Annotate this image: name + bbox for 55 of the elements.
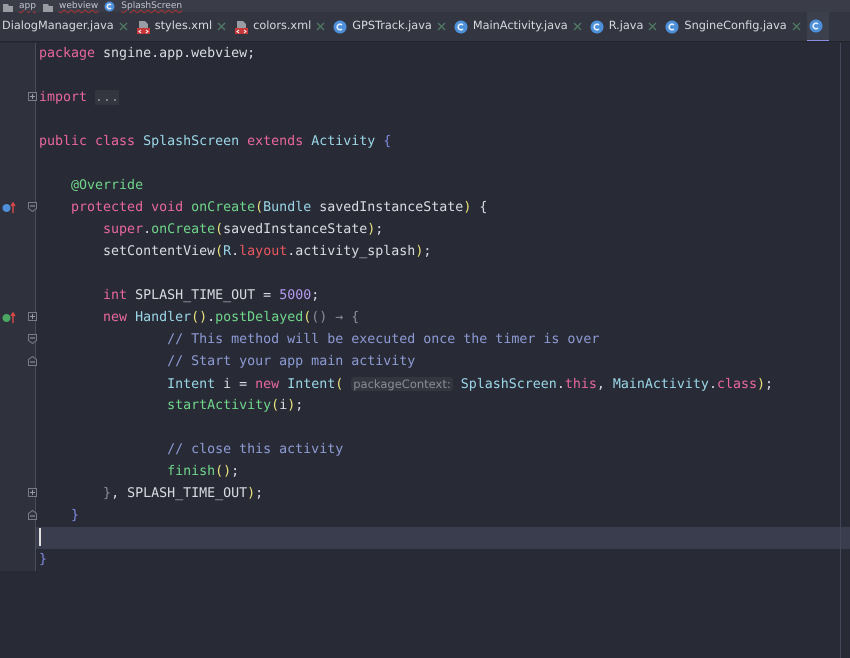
close-icon[interactable] xyxy=(118,22,128,31)
expand-fold-icon[interactable] xyxy=(28,312,37,322)
editor-tab[interactable]: DialogManager.java xyxy=(0,12,134,41)
breadcrumb-item[interactable]: SplashScreen xyxy=(121,0,182,12)
editor-tab[interactable] xyxy=(806,12,829,41)
xml-file-icon xyxy=(234,20,248,34)
expand-fold-icon[interactable] xyxy=(28,92,37,102)
code-line: protected void onCreate(Bundle savedInstanceState) { xyxy=(70,199,488,217)
code-line: // This method will be executed once the timer is over xyxy=(166,331,600,349)
collapse-fold-icon[interactable] xyxy=(28,202,37,212)
collapse-fold-icon[interactable] xyxy=(28,334,37,344)
class-icon xyxy=(808,18,823,32)
breadcrumb-item[interactable]: app xyxy=(19,0,36,12)
override-marker-icon[interactable] xyxy=(2,202,16,214)
class-icon xyxy=(665,20,680,34)
class-icon xyxy=(590,20,604,34)
code-line: setContentView(R.layout.activity_splash); xyxy=(102,243,432,261)
fold-end-icon[interactable] xyxy=(28,356,37,366)
breadcrumb-item[interactable]: webview xyxy=(58,0,98,12)
code-line: Intent i = new Intent( packageContext: SplashScreen.this, MainActivity.class); xyxy=(166,376,774,394)
code-line: @Override xyxy=(70,177,144,195)
code-line: finish(); xyxy=(166,463,240,481)
code-line: } xyxy=(70,507,80,525)
code-line: // Start your app main activity xyxy=(166,353,416,371)
close-icon[interactable] xyxy=(217,22,226,31)
editor-tab[interactable]: colors.xml xyxy=(232,12,332,41)
code-line: // close this activity xyxy=(166,441,344,459)
code-line: startActivity(i); xyxy=(166,397,304,415)
editor-gutter xyxy=(0,549,36,571)
editor-tab[interactable]: GPSTrack.java xyxy=(331,12,452,41)
fold-end-icon[interactable] xyxy=(28,510,37,520)
close-icon[interactable] xyxy=(792,22,801,31)
close-icon[interactable] xyxy=(648,22,658,31)
code-line: package sngine.app.webview; xyxy=(38,45,256,63)
code-line: int SPLASH_TIME_OUT = 5000; xyxy=(102,287,320,305)
class-icon xyxy=(454,20,468,34)
text-caret xyxy=(39,528,41,546)
editor-tab[interactable]: SngineConfig.java xyxy=(663,12,807,41)
code-line: } xyxy=(38,551,48,569)
close-icon[interactable] xyxy=(436,22,446,31)
close-icon[interactable] xyxy=(572,22,582,31)
code-line: public class SplashScreen extends Activity { xyxy=(38,133,392,151)
class-icon xyxy=(333,20,348,34)
implements-marker-icon[interactable] xyxy=(2,312,16,324)
code-line: }, SPLASH_TIME_OUT); xyxy=(102,485,264,503)
editor-tab[interactable]: MainActivity.java xyxy=(452,12,588,41)
expand-fold-icon[interactable] xyxy=(28,488,37,498)
code-line: super.onCreate(savedInstanceState); xyxy=(102,221,384,239)
xml-file-icon xyxy=(136,20,150,34)
editor-tab[interactable]: R.java xyxy=(588,12,664,41)
close-icon[interactable] xyxy=(316,22,326,31)
code-line: import ... xyxy=(38,89,120,107)
editor-tab[interactable]: styles.xml xyxy=(134,12,232,41)
class-icon xyxy=(104,0,116,12)
code-line: new Handler().postDelayed(() → { xyxy=(102,309,360,327)
